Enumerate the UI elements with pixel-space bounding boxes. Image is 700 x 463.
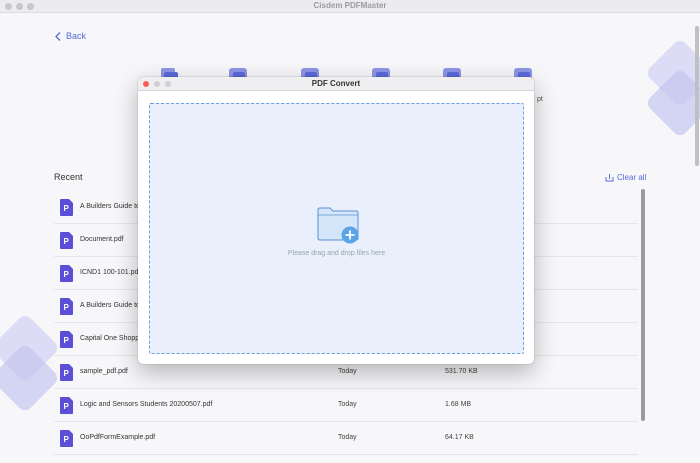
clear-all-button[interactable]: Clear all: [605, 173, 646, 182]
list-item[interactable]: P Logic and Sensors Students 20200507.pd…: [54, 389, 638, 422]
file-name: sample_pdf.pdf: [80, 368, 128, 375]
drop-hint: Please drag and drop files here: [287, 250, 386, 257]
file-size: 64.17 KB: [445, 434, 474, 441]
pdf-file-icon: P: [60, 298, 73, 315]
pdf-file-icon: P: [60, 331, 73, 348]
app-title: Cisdem PDFMaster: [313, 1, 387, 10]
pdf-file-icon: P: [60, 397, 73, 414]
window-scrollbar[interactable]: [695, 26, 699, 166]
svg-text:P: P: [64, 369, 70, 378]
file-name: A Builders Guide to: [80, 203, 140, 210]
pdf-file-icon: P: [60, 265, 73, 282]
add-folder-icon: [317, 207, 359, 244]
file-drop-zone[interactable]: Please drag and drop files here: [149, 103, 524, 354]
clear-icon: [605, 174, 614, 182]
svg-text:P: P: [64, 336, 70, 345]
dialog-title: PDF Convert: [311, 79, 361, 88]
file-name: Logic and Sensors Students 20200507.pdf: [80, 401, 213, 408]
svg-text:P: P: [64, 270, 70, 279]
file-size: 1.68 MB: [445, 401, 472, 408]
file-size: 531.70 KB: [445, 368, 478, 375]
pdf-file-icon: P: [60, 364, 73, 381]
file-date: Today: [338, 434, 357, 441]
file-name: Document.pdf: [80, 236, 124, 243]
file-date: Today: [338, 401, 357, 408]
file-name: Capital One Shoppi: [80, 335, 141, 342]
file-name: A Builders Guide to: [80, 302, 140, 309]
svg-text:P: P: [64, 402, 70, 411]
chevron-left-icon: [55, 31, 61, 41]
recent-heading: Recent: [54, 172, 83, 182]
pdf-file-icon: P: [60, 199, 73, 216]
pdf-convert-dialog: PDF Convert Please drag and drop files h…: [138, 77, 534, 364]
pdf-file-icon: P: [60, 232, 73, 249]
back-button[interactable]: Back: [55, 31, 86, 41]
dialog-titlebar: PDF Convert: [138, 77, 534, 91]
file-name: OoPdfFormExample.pdf: [80, 434, 156, 441]
svg-text:P: P: [64, 303, 70, 312]
svg-text:P: P: [64, 435, 70, 444]
main-titlebar: Cisdem PDFMaster: [0, 0, 700, 13]
back-label: Back: [66, 31, 87, 41]
svg-text:P: P: [64, 237, 70, 246]
pdf-file-icon: P: [60, 430, 73, 447]
decor-shape-icon: [647, 40, 700, 136]
svg-text:P: P: [64, 204, 70, 213]
file-date: Today: [338, 368, 357, 375]
clear-all-label: Clear all: [617, 173, 647, 182]
tool-label: pt: [537, 96, 543, 103]
list-item[interactable]: P OoPdfFormExample.pdf Today 64.17 KB: [54, 422, 638, 455]
list-scrollbar[interactable]: [641, 189, 645, 421]
file-name: ICND1 100-101.pdf: [80, 269, 141, 276]
